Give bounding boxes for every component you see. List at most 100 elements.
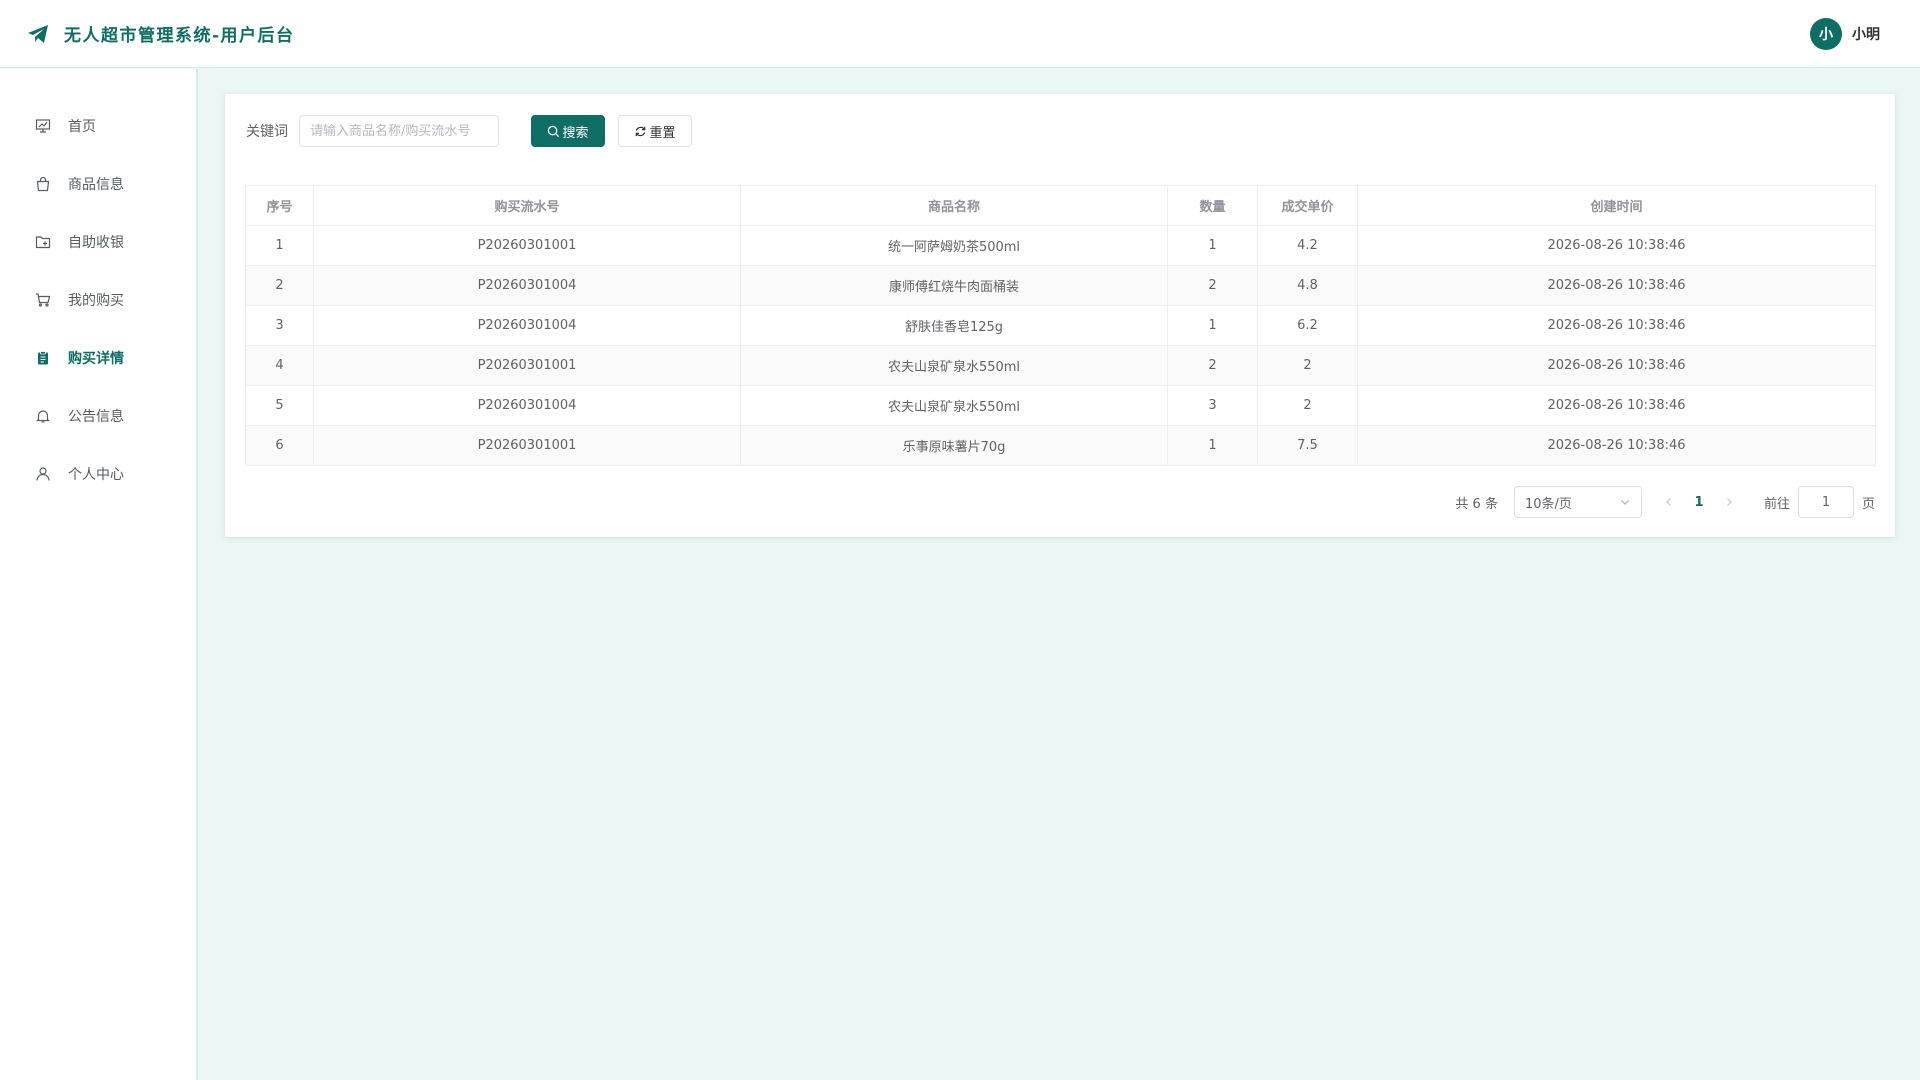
table-row: 3 P20260301004 舒肤佳香皂125g 1 6.2 2026-08-2… bbox=[245, 305, 1876, 346]
reset-button-label: 重置 bbox=[649, 125, 676, 141]
table-cell: 2026-08-26 10:38:46 bbox=[1357, 345, 1876, 386]
sidebar-item-announcements[interactable]: 公告信息 bbox=[0, 387, 196, 445]
search-icon bbox=[548, 125, 560, 137]
sidebar-item-profile[interactable]: 个人中心 bbox=[0, 445, 196, 503]
app-title: 无人超市管理系统-用户后台 bbox=[64, 26, 295, 46]
presentation-chart-icon bbox=[34, 117, 52, 135]
brand: 无人超市管理系统-用户后台 bbox=[26, 21, 295, 46]
column-header: 成交单价 bbox=[1257, 185, 1358, 226]
table-cell: 乐事原味薯片70g bbox=[740, 425, 1168, 466]
table-cell: P20260301001 bbox=[313, 345, 741, 386]
table-cell: 康师傅红烧牛肉面桶装 bbox=[740, 265, 1168, 306]
table-cell: 7.5 bbox=[1257, 425, 1358, 466]
chevron-down-icon bbox=[1621, 500, 1629, 505]
table-cell: 1 bbox=[1167, 225, 1258, 266]
table-cell: P20260301001 bbox=[313, 225, 741, 266]
bell-icon bbox=[34, 407, 52, 425]
content-card: 关键词 搜索 重置 序号 购买流水号 商品名称 bbox=[225, 94, 1895, 537]
table-cell: 3 bbox=[245, 305, 314, 346]
column-header: 创建时间 bbox=[1357, 185, 1876, 226]
page-size-select[interactable]: 10条/页 bbox=[1513, 486, 1642, 518]
table-cell: 2026-08-26 10:38:46 bbox=[1357, 305, 1876, 346]
page-size-value: 10条/页 bbox=[1524, 496, 1572, 512]
sidebar-item-label: 购买详情 bbox=[68, 351, 124, 367]
table-header-row: 序号 购买流水号 商品名称 数量 成交单价 创建时间 bbox=[245, 185, 1876, 226]
goto-page-input[interactable] bbox=[1797, 486, 1854, 518]
chevron-left-icon bbox=[1666, 498, 1671, 506]
table-cell: 2026-08-26 10:38:46 bbox=[1357, 385, 1876, 426]
sidebar: 首页 商品信息 自助收银 我的购买 购买详情 公告信息 个人中心 bbox=[0, 69, 198, 1080]
table-cell: 3 bbox=[1167, 385, 1258, 426]
pagination: 共 6 条 10条/页 1 前往 页 bbox=[1455, 486, 1875, 518]
paper-plane-icon bbox=[26, 22, 50, 46]
column-header: 商品名称 bbox=[740, 185, 1168, 226]
total-count: 共 6 条 bbox=[1455, 496, 1498, 512]
sidebar-item-label: 商品信息 bbox=[68, 177, 124, 193]
avatar[interactable]: 小 bbox=[1810, 18, 1842, 50]
user-name[interactable]: 小明 bbox=[1852, 24, 1880, 44]
clipboard-icon bbox=[34, 349, 52, 367]
search-button-label: 搜索 bbox=[562, 125, 589, 141]
user-icon bbox=[34, 465, 52, 483]
table-cell: 农夫山泉矿泉水550ml bbox=[740, 345, 1168, 386]
top-header: 无人超市管理系统-用户后台 小 小明 bbox=[0, 0, 1920, 68]
keyword-input[interactable] bbox=[299, 115, 499, 147]
table-cell: 2 bbox=[1257, 345, 1358, 386]
sidebar-item-label: 自助收银 bbox=[68, 235, 124, 251]
table-cell: 6 bbox=[245, 425, 314, 466]
page-suffix: 页 bbox=[1861, 496, 1875, 512]
table-cell: 农夫山泉矿泉水550ml bbox=[740, 385, 1168, 426]
table-cell: 4.8 bbox=[1257, 265, 1358, 306]
table-cell: P20260301004 bbox=[313, 305, 741, 346]
table-row: 4 P20260301001 农夫山泉矿泉水550ml 2 2 2026-08-… bbox=[245, 345, 1876, 386]
table-cell: P20260301004 bbox=[313, 265, 741, 306]
table-cell: 统一阿萨姆奶茶500ml bbox=[740, 225, 1168, 266]
shopping-bag-icon bbox=[34, 175, 52, 193]
goto-label: 前往 bbox=[1763, 496, 1790, 512]
search-button[interactable]: 搜索 bbox=[531, 115, 605, 147]
sidebar-item-label: 我的购买 bbox=[68, 293, 124, 309]
shopping-cart-icon bbox=[34, 291, 52, 309]
table-cell: 2 bbox=[1167, 265, 1258, 306]
reset-button[interactable]: 重置 bbox=[618, 115, 692, 147]
column-header: 序号 bbox=[245, 185, 314, 226]
sidebar-item-home[interactable]: 首页 bbox=[0, 97, 196, 155]
table-cell: 2 bbox=[1257, 385, 1358, 426]
table-cell: P20260301001 bbox=[313, 425, 741, 466]
table-cell: 4 bbox=[245, 345, 314, 386]
page-number-current[interactable]: 1 bbox=[1684, 486, 1714, 518]
next-page-button[interactable] bbox=[1714, 486, 1744, 518]
table-cell: 6.2 bbox=[1257, 305, 1358, 346]
sidebar-item-products[interactable]: 商品信息 bbox=[0, 155, 196, 213]
table-cell: 2 bbox=[245, 265, 314, 306]
prev-page-button[interactable] bbox=[1654, 486, 1684, 518]
table-row: 1 P20260301001 统一阿萨姆奶茶500ml 1 4.2 2026-0… bbox=[245, 225, 1876, 266]
table-cell: 4.2 bbox=[1257, 225, 1358, 266]
table-cell: 2026-08-26 10:38:46 bbox=[1357, 225, 1876, 266]
table-cell: 1 bbox=[1167, 425, 1258, 466]
table-cell: 2026-08-26 10:38:46 bbox=[1357, 425, 1876, 466]
table-cell: 2 bbox=[1167, 345, 1258, 386]
column-header: 数量 bbox=[1167, 185, 1258, 226]
purchase-details-table: 序号 购买流水号 商品名称 数量 成交单价 创建时间 1 P2026030100… bbox=[245, 185, 1876, 466]
table-row: 2 P20260301004 康师傅红烧牛肉面桶装 2 4.8 2026-08-… bbox=[245, 265, 1876, 306]
table-cell: 1 bbox=[245, 225, 314, 266]
table-cell: 1 bbox=[1167, 305, 1258, 346]
folder-add-icon bbox=[34, 233, 52, 251]
table-cell: 舒肤佳香皂125g bbox=[740, 305, 1168, 346]
keyword-label: 关键词 bbox=[246, 124, 288, 140]
user-menu[interactable]: 小 小明 bbox=[1810, 18, 1880, 50]
sidebar-item-purchase-details[interactable]: 购买详情 bbox=[0, 329, 196, 387]
sidebar-item-label: 公告信息 bbox=[68, 409, 124, 425]
table-row: 6 P20260301001 乐事原味薯片70g 1 7.5 2026-08-2… bbox=[245, 425, 1876, 466]
table-cell: P20260301004 bbox=[313, 385, 741, 426]
search-bar: 关键词 搜索 重置 bbox=[246, 115, 692, 147]
column-header: 购买流水号 bbox=[313, 185, 741, 226]
sidebar-item-self-checkout[interactable]: 自助收银 bbox=[0, 213, 196, 271]
sidebar-item-my-purchases[interactable]: 我的购买 bbox=[0, 271, 196, 329]
table-cell: 5 bbox=[245, 385, 314, 426]
sidebar-item-label: 个人中心 bbox=[68, 467, 124, 483]
chevron-right-icon bbox=[1727, 498, 1732, 506]
table-cell: 2026-08-26 10:38:46 bbox=[1357, 265, 1876, 306]
refresh-icon bbox=[636, 126, 646, 136]
